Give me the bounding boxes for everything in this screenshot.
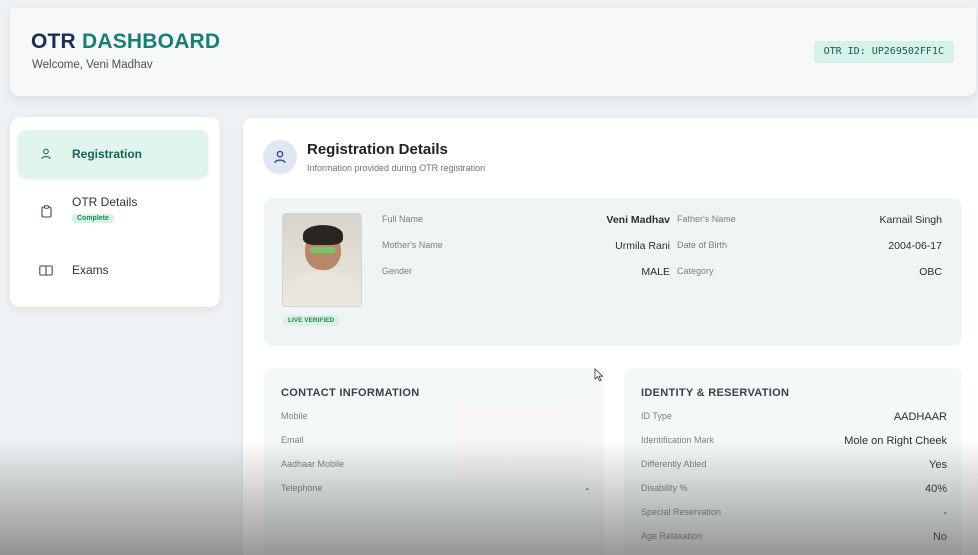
user-icon (39, 147, 53, 161)
contact-row: Telephone - (281, 483, 589, 495)
identity-value: - (943, 507, 947, 519)
identity-row: Disability % 40% (641, 483, 947, 495)
sidebar-item-label: Registration (72, 147, 143, 161)
card-title: CONTACT INFORMATION (281, 387, 420, 399)
identity-label: ID Type (641, 411, 672, 421)
identity-row: Identification Mark Mole on Right Cheek (641, 435, 947, 447)
identity-row: Special Reservation - (641, 507, 947, 519)
live-verified-badge: LIVE VERIFIED (283, 315, 340, 326)
sidebar-item-otr-details[interactable]: OTR Details Complete (18, 195, 208, 223)
identity-row: Differently Abled Yes (641, 459, 947, 471)
welcome-text: Welcome, Veni Madhav (32, 59, 153, 71)
identity-value: Mole on Right Cheek (844, 435, 947, 447)
user-icon (263, 140, 297, 174)
profile-summary: LIVE VERIFIED Full Name Veni Madhav Moth… (264, 198, 962, 346)
gender-value: MALE (641, 266, 670, 278)
identity-row: ID Type AADHAAR (641, 411, 947, 423)
identity-label: Identification Mark (641, 435, 715, 445)
identity-value: 40% (924, 483, 947, 495)
dob-label: Date of Birth (677, 240, 728, 250)
identity-label: Special Reservation (641, 507, 722, 517)
contact-label: Telephone (281, 483, 323, 493)
mother-name-value: Urmila Rani (615, 240, 670, 252)
category-label: Category (677, 266, 714, 276)
dashboard-header: OTR DASHBOARD Welcome, Veni Madhav OTR I… (10, 8, 976, 96)
otr-id-badge: OTR ID: UP269502FF1C (813, 41, 954, 63)
mother-name-label: Mother's Name (382, 240, 443, 250)
sidebar-item-exams[interactable]: Exams (18, 263, 208, 277)
identity-label: Age Relaxation (641, 531, 703, 541)
registration-details-panel: Registration Details Information provide… (243, 118, 978, 555)
identity-value: No (932, 531, 947, 543)
app-title-dashboard: DASHBOARD (81, 30, 221, 53)
status-badge: Complete (72, 214, 114, 223)
identity-reservation-card: IDENTITY & RESERVATION ID Type AADHAAR I… (624, 368, 962, 555)
sidebar-item-label: OTR Details (72, 195, 138, 209)
contact-label: Aadhaar Mobile (281, 459, 345, 469)
father-name-label: Father's Name (677, 214, 736, 224)
app-title: OTR DASHBOARD (31, 30, 220, 54)
contact-value: - (585, 483, 589, 495)
section-title: Registration Details (307, 141, 448, 158)
mouse-cursor-icon (594, 368, 604, 382)
card-title: IDENTITY & RESERVATION (641, 387, 790, 399)
sidebar: Registration OTR Details Complete Exams (10, 117, 220, 307)
app-title-otr: OTR (31, 30, 76, 53)
gender-label: Gender (382, 266, 413, 276)
section-subtitle: Information provided during OTR registra… (307, 163, 486, 173)
contact-label: Mobile (281, 411, 308, 421)
sidebar-item-label: Exams (72, 263, 109, 277)
clipboard-icon (39, 204, 53, 218)
identity-row: Age Relaxation No (641, 531, 947, 543)
identity-label: Differently Abled (641, 459, 707, 469)
identity-value: AADHAAR (893, 411, 947, 423)
profile-photo (282, 213, 362, 307)
redacted-area (457, 404, 585, 482)
identity-value: Yes (929, 459, 947, 471)
full-name-label: Full Name (382, 214, 424, 224)
dob-value: 2004-06-17 (888, 240, 942, 252)
category-value: OBC (919, 266, 942, 278)
identity-label: Disability % (641, 483, 688, 493)
contact-label: Email (281, 435, 304, 445)
father-name-value: Karnail Singh (879, 214, 942, 226)
sidebar-item-registration[interactable]: Registration (18, 130, 208, 178)
full-name-value: Veni Madhav (606, 214, 670, 226)
book-icon (39, 263, 53, 277)
